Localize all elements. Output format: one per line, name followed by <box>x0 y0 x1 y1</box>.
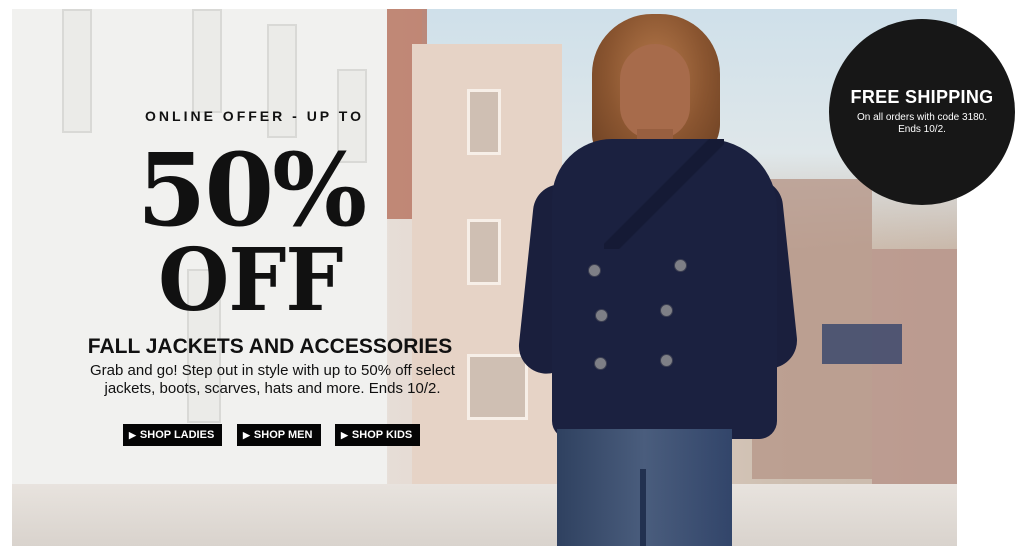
coat-button <box>594 357 607 370</box>
shop-men-button[interactable]: ▶ SHOP MEN <box>237 424 321 446</box>
shop-ladies-label: SHOP LADIES <box>139 429 215 441</box>
coat-button <box>660 354 673 367</box>
discount-percent: 50% <box>136 131 367 249</box>
model-photo <box>512 9 800 546</box>
coat-lapel <box>604 139 724 249</box>
blue-roof-background <box>822 324 902 364</box>
street-background <box>12 484 957 546</box>
promo-description: Grab and go! Step out in style with up t… <box>90 362 455 397</box>
shop-men-label: SHOP MEN <box>253 429 313 441</box>
offer-eyebrow: ONLINE OFFER - UP TO <box>145 108 364 124</box>
shop-kids-label: SHOP KIDS <box>351 429 413 441</box>
coat-button <box>660 304 673 317</box>
model-face <box>620 44 690 139</box>
free-shipping-title: FREE SHIPPING <box>850 87 994 107</box>
jeans-seam <box>640 469 646 546</box>
chevron-right-icon: ▶ <box>129 430 136 440</box>
shop-kids-button[interactable]: ▶ SHOP KIDS <box>335 424 420 446</box>
free-shipping-badge[interactable]: FREE SHIPPING On all orders with code 31… <box>829 19 1015 205</box>
chevron-right-icon: ▶ <box>341 430 348 440</box>
promo-headline: FALL JACKETS AND ACCESSORIES <box>87 335 453 358</box>
coat-button <box>674 259 687 272</box>
coat-button <box>595 309 608 322</box>
chevron-right-icon: ▶ <box>243 430 250 440</box>
shop-ladies-button[interactable]: ▶ SHOP LADIES <box>123 424 222 446</box>
discount-off-text: OFF <box>158 230 343 331</box>
free-shipping-details: On all orders with code 3180. Ends 10/2. <box>856 112 988 135</box>
coat-button <box>588 264 601 277</box>
far-building-background <box>872 249 957 489</box>
